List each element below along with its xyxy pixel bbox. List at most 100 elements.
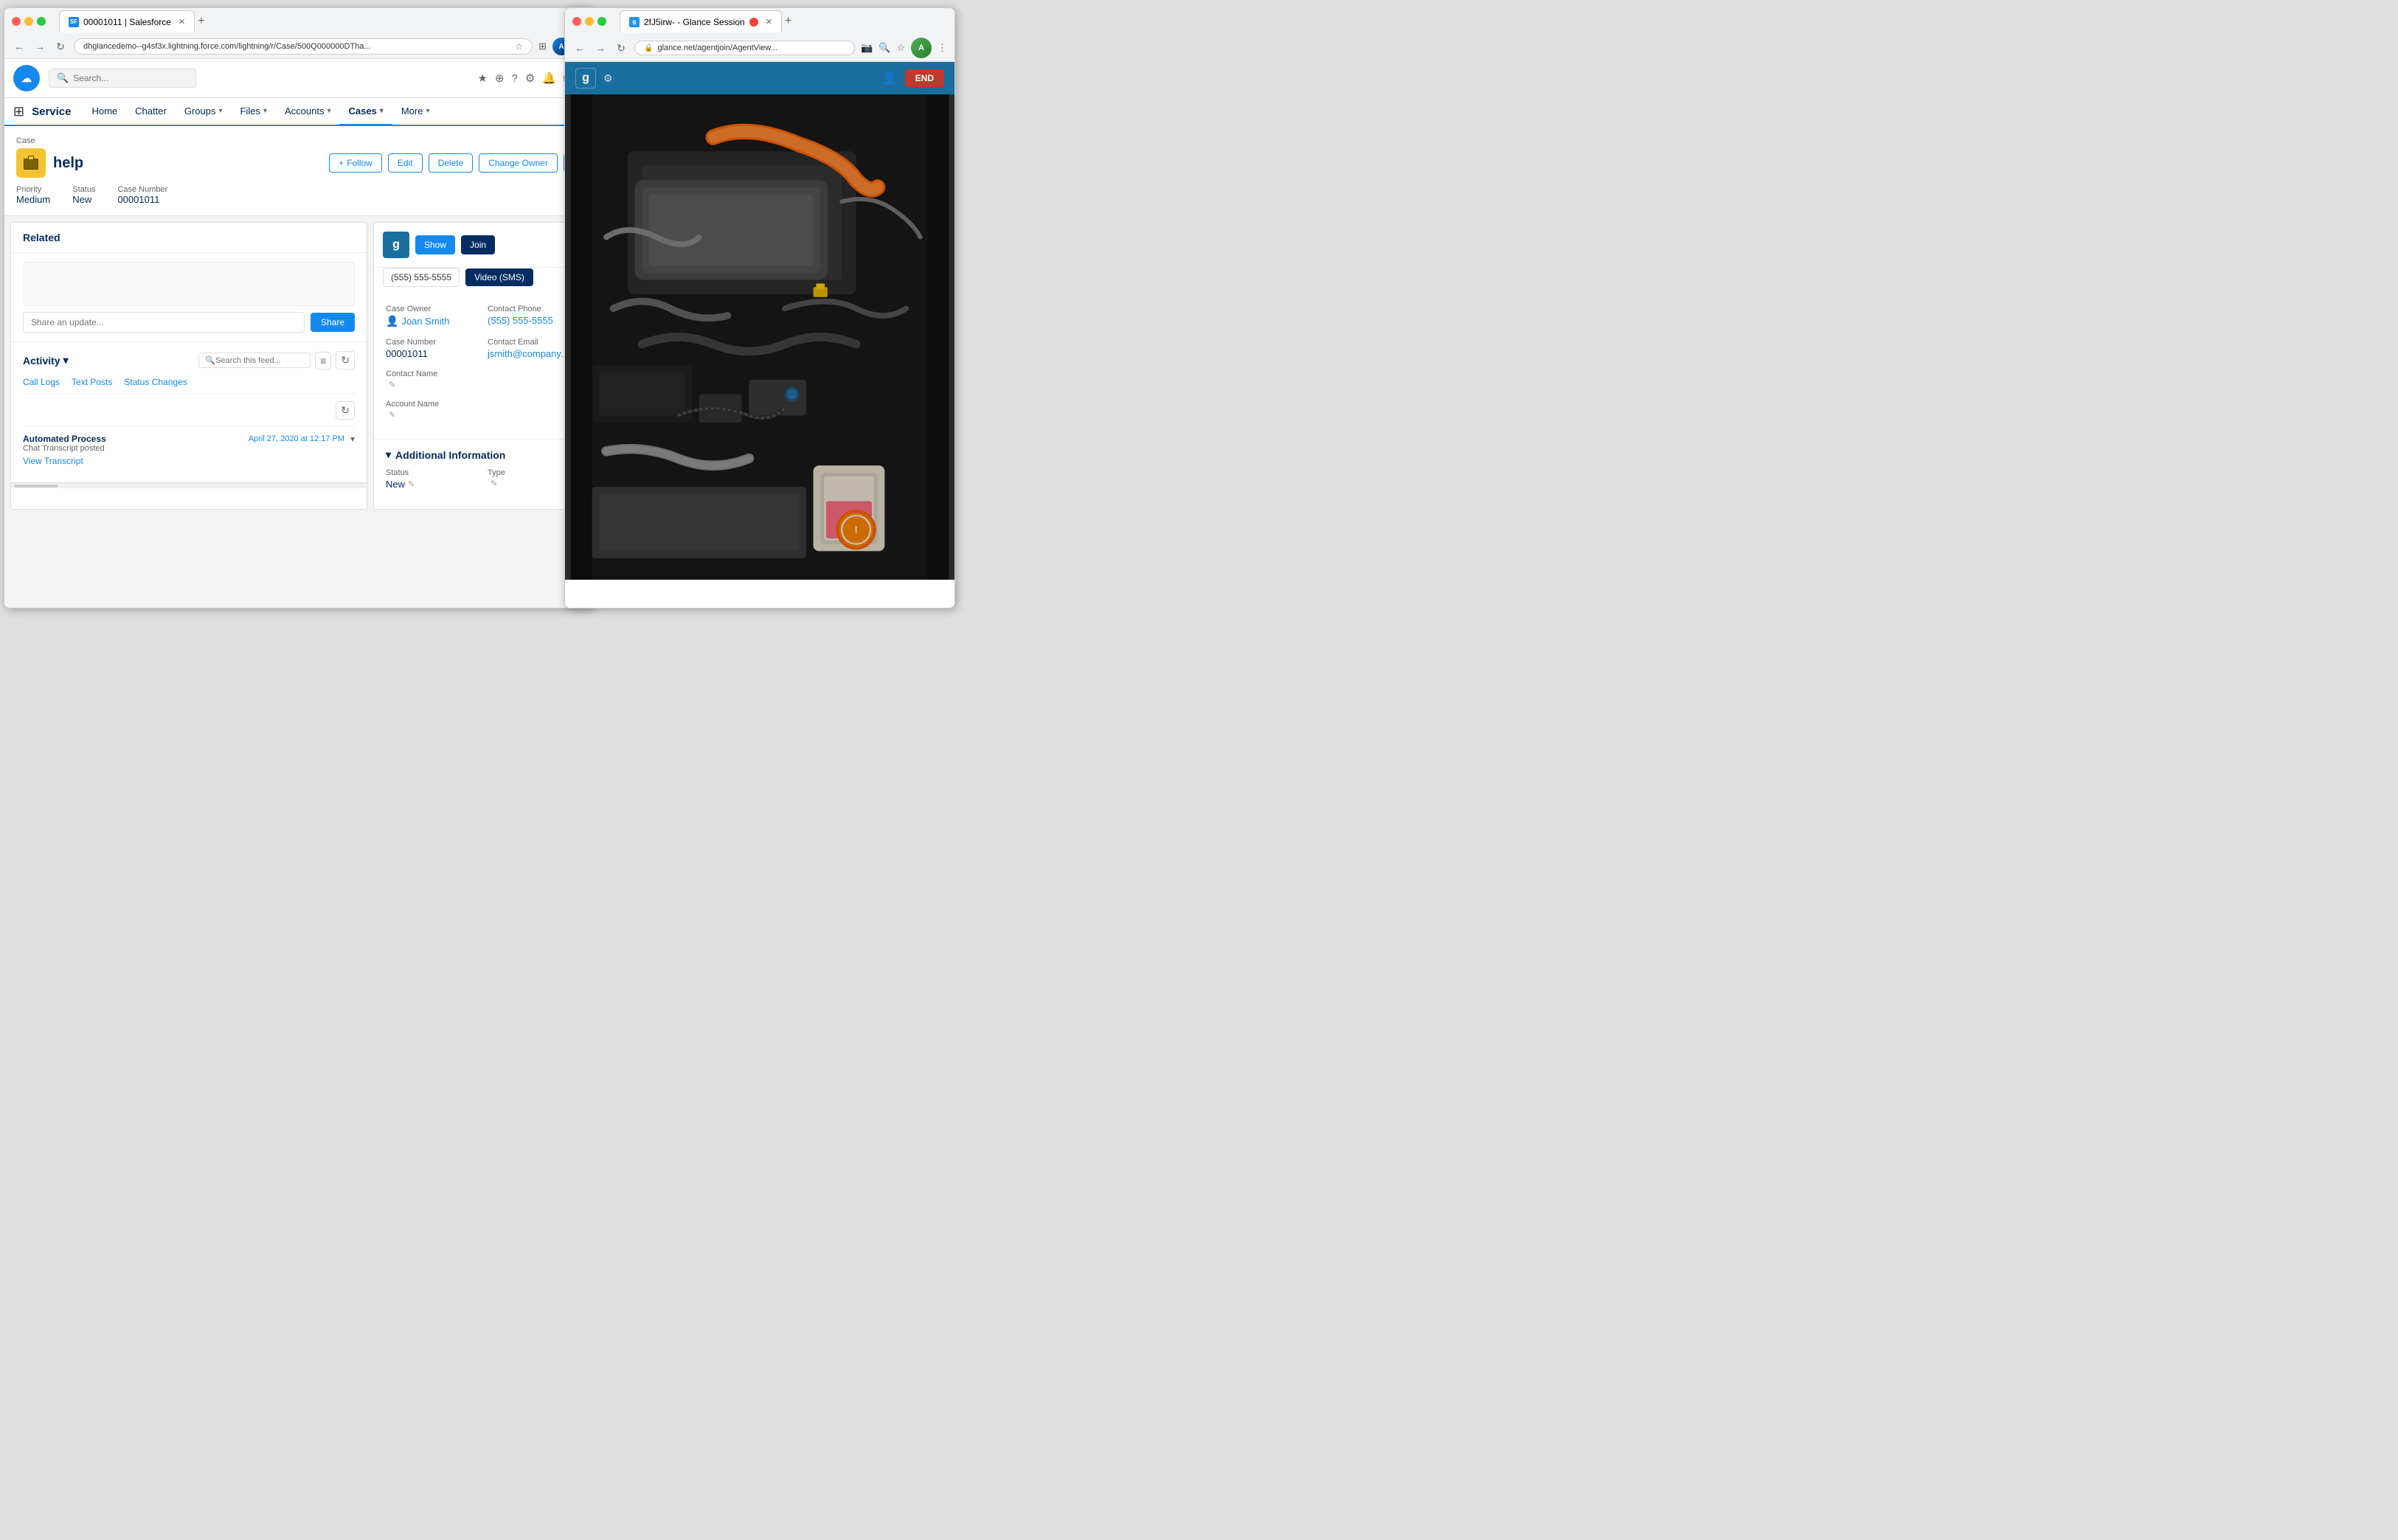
sf-nav-more-arrow: ▾	[426, 107, 429, 115]
glance-address-bar[interactable]: 🔒 glance.net/agentjoin/AgentView...	[634, 41, 855, 55]
sf-scrollbar-thumb[interactable]	[14, 485, 58, 488]
sf-nav-home[interactable]: Home	[83, 98, 126, 126]
sf-new-tab-button[interactable]: +	[198, 15, 204, 28]
case-details: Case Owner 👤 Joan Smith Contact Phone (5…	[374, 296, 586, 439]
status-label: Status	[72, 185, 95, 194]
sf-title-bar: SF 00001011 | Salesforce ✕ +	[4, 8, 593, 35]
case-owner-name[interactable]: Joan Smith	[401, 316, 449, 327]
glance-settings-icon[interactable]: ⚙	[603, 72, 613, 85]
glance-forward-button[interactable]: →	[593, 42, 608, 54]
account-name-label: Account Name	[386, 400, 575, 409]
case-number-email-row: Case Number 00001011 Contact Email jsmit…	[386, 338, 575, 359]
activity-refresh-button[interactable]: ↻	[336, 351, 355, 370]
sf-bookmark-icon[interactable]: ☆	[515, 41, 523, 52]
sf-star-icon[interactable]: ★	[477, 72, 487, 85]
activity-search-input[interactable]	[215, 356, 304, 365]
sf-nav-files[interactable]: Files ▾	[231, 98, 275, 126]
sf-search-input[interactable]	[73, 73, 176, 83]
glance-close-button[interactable]	[572, 17, 581, 26]
minimize-button[interactable]	[24, 17, 33, 26]
type-edit-icon[interactable]: ✎	[491, 479, 497, 488]
sf-help-icon[interactable]: ?	[512, 72, 518, 85]
glance-lock-icon: 🔒	[644, 44, 653, 52]
activity-item-left: Automated Process Chat Transcript posted	[23, 434, 106, 453]
activity-tab-status-changes[interactable]: Status Changes	[124, 377, 187, 393]
activity-tab-text-posts[interactable]: Text Posts	[72, 377, 112, 393]
sf-forward-button[interactable]: →	[32, 41, 47, 52]
activity-dropdown-icon[interactable]: ▾	[63, 354, 69, 367]
sf-nav-accounts[interactable]: Accounts ▾	[276, 98, 340, 126]
glance-tab-close[interactable]: ✕	[766, 17, 772, 27]
glance-zoom-icon[interactable]: 🔍	[879, 42, 890, 54]
close-button[interactable]	[12, 17, 21, 26]
sf-scrollbar	[11, 482, 367, 488]
main-content-columns: Related Share Activity ▾	[4, 222, 593, 516]
glance-menu-icon[interactable]: ⋮	[938, 42, 947, 54]
phone-number: (555) 555-5555	[383, 268, 460, 287]
glance-header-right: 👤 END	[883, 69, 944, 87]
activity-search-icon: 🔍	[205, 355, 215, 365]
case-priority: Priority Medium	[16, 185, 50, 205]
glance-browser-actions: 📷 🔍 ☆ A ⋮	[861, 38, 947, 58]
glance-user-avatar[interactable]: A	[911, 38, 932, 58]
salesforce-window: SF 00001011 | Salesforce ✕ + ← → ↻ dhgla…	[4, 7, 594, 608]
glance-browser-chrome: g 2fJ5irw- - Glance Session ✕ + ← → ↻ 🔒 …	[565, 8, 954, 62]
glance-show-button[interactable]: Show	[415, 235, 455, 254]
share-button[interactable]: Share	[311, 313, 355, 332]
view-transcript-link[interactable]: View Transcript	[23, 456, 83, 466]
sf-grid-icon[interactable]: ⊞	[13, 104, 24, 119]
sf-browser-tab[interactable]: SF 00001011 | Salesforce ✕	[59, 10, 195, 32]
sf-notifications-icon[interactable]: 🔔	[542, 72, 556, 85]
status-edit-icon[interactable]: ✎	[408, 479, 415, 489]
priority-label: Priority	[16, 185, 50, 194]
sf-settings-icon[interactable]: ⚙	[525, 72, 535, 85]
sf-nav-more[interactable]: More ▾	[392, 98, 439, 126]
contact-phone-label: Contact Phone	[488, 305, 575, 313]
engine-photo: !	[565, 94, 954, 580]
activity-tab-call-logs[interactable]: Call Logs	[23, 377, 60, 393]
sf-address-bar[interactable]: dhglancedemo--g4sf3x.lightning.force.com…	[74, 38, 533, 55]
video-sms-button[interactable]: Video (SMS)	[465, 268, 533, 286]
feed-refresh-button[interactable]: ↻	[336, 401, 355, 420]
glance-tab-bar: g 2fJ5irw- - Glance Session ✕ +	[612, 10, 799, 32]
glance-back-button[interactable]: ←	[572, 42, 587, 54]
account-name-field: Account Name ✎	[386, 400, 575, 420]
contact-email-value[interactable]: jsmith@company....	[488, 348, 571, 359]
share-update-input[interactable]	[23, 312, 305, 333]
sf-url-text: dhglancedemo--g4sf3x.lightning.force.com…	[83, 42, 371, 51]
sf-extensions-icon[interactable]: ⊞	[538, 41, 547, 52]
edit-button[interactable]: Edit	[388, 153, 423, 173]
glance-maximize-button[interactable]	[597, 17, 606, 26]
sf-nav-cases[interactable]: Cases ▾	[339, 98, 392, 126]
sf-nav-chatter[interactable]: Chatter	[126, 98, 176, 126]
maximize-button[interactable]	[37, 17, 46, 26]
sf-tab-close[interactable]: ✕	[179, 17, 185, 27]
glance-end-button[interactable]: END	[905, 69, 944, 87]
contact-phone-value[interactable]: (555) 555-5555	[488, 315, 553, 326]
chatter-post-area	[23, 262, 355, 306]
glance-star-icon[interactable]: ☆	[896, 42, 905, 54]
glance-new-tab-button[interactable]: +	[785, 15, 791, 28]
additional-info-toggle[interactable]: ▾ Additional Information	[386, 448, 575, 461]
glance-minimize-button[interactable]	[585, 17, 594, 26]
sf-reload-button[interactable]: ↻	[53, 41, 68, 53]
glance-browser-tab[interactable]: g 2fJ5irw- - Glance Session ✕	[620, 10, 782, 32]
contact-name-label: Contact Name	[386, 370, 575, 378]
sf-back-button[interactable]: ←	[12, 41, 27, 52]
sf-nav-groups[interactable]: Groups ▾	[176, 98, 232, 126]
follow-button[interactable]: + Follow	[329, 153, 382, 173]
glance-join-button[interactable]: Join	[461, 235, 495, 254]
engine-image-area: !	[565, 94, 954, 580]
case-number-value: 00001011	[117, 194, 159, 205]
account-name-edit-icon[interactable]: ✎	[389, 410, 395, 420]
share-row: Share	[23, 312, 355, 333]
additional-status-value: New	[386, 479, 405, 490]
activity-filter-button[interactable]: ≡	[315, 352, 331, 370]
glance-camera-icon[interactable]: 📷	[861, 42, 873, 54]
delete-button[interactable]: Delete	[429, 153, 474, 173]
glance-reload-button[interactable]: ↻	[614, 42, 628, 55]
activity-item-dropdown[interactable]: ▾	[350, 434, 355, 444]
change-owner-button[interactable]: Change Owner	[479, 153, 558, 173]
contact-name-edit-icon[interactable]: ✎	[389, 380, 395, 389]
sf-add-icon[interactable]: ⊕	[495, 72, 505, 85]
